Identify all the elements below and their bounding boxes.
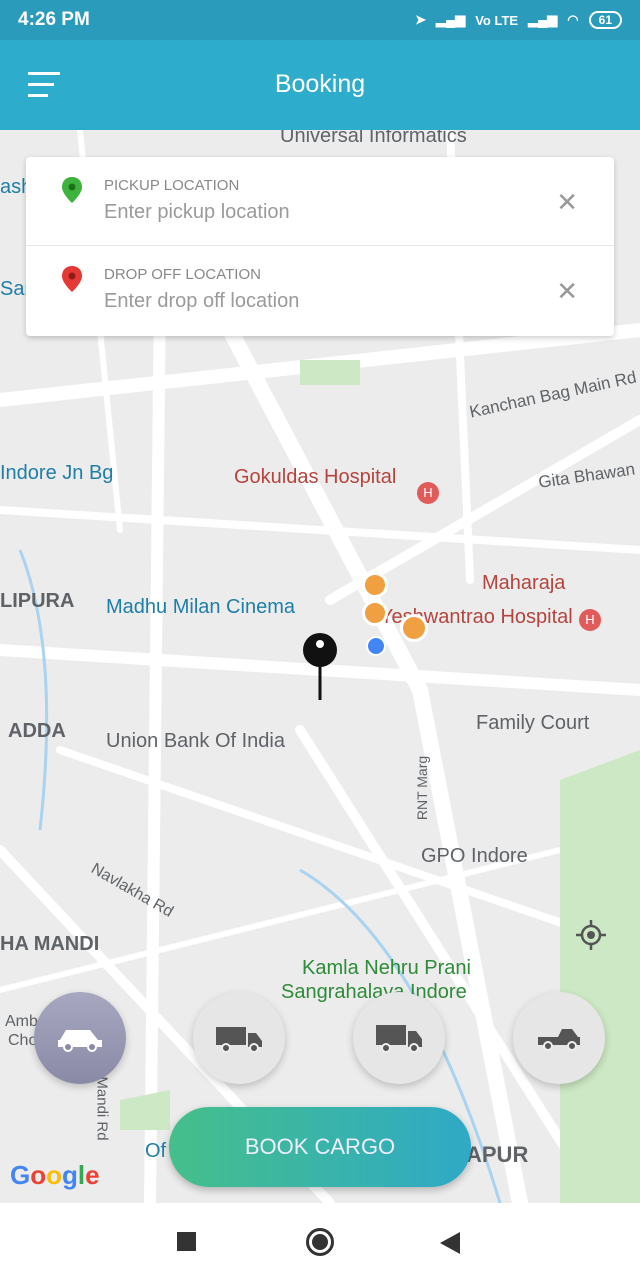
pickup-input[interactable] bbox=[104, 201, 524, 224]
system-nav-bar bbox=[0, 1203, 640, 1280]
map-pin-icon[interactable] bbox=[302, 632, 338, 702]
wifi-icon: ◠ bbox=[567, 12, 579, 27]
volte-label: Vo LTE bbox=[475, 12, 519, 28]
car-icon bbox=[58, 1030, 102, 1052]
map-label: HA MANDI bbox=[0, 933, 100, 955]
pickup-pin-icon bbox=[62, 177, 82, 203]
status-bar: 4:26 PM ➤ ▂▄▆ Vo LTE ▂▄▆ ◠ 61 bbox=[0, 0, 640, 40]
dropoff-caption: DROP OFF LOCATION bbox=[104, 266, 261, 283]
vehicle-open-truck-button[interactable] bbox=[193, 992, 285, 1084]
driver-marker-icon[interactable] bbox=[400, 614, 428, 642]
driver-marker-icon[interactable] bbox=[362, 572, 388, 598]
open-truck-icon bbox=[216, 1027, 262, 1053]
clear-dropoff-icon[interactable]: ✕ bbox=[556, 276, 578, 307]
book-cargo-button[interactable]: BOOK CARGO bbox=[169, 1107, 471, 1187]
closed-truck-icon bbox=[376, 1025, 422, 1053]
hospital-icon: H bbox=[417, 482, 439, 504]
recents-button[interactable] bbox=[177, 1232, 196, 1251]
back-button[interactable] bbox=[440, 1232, 460, 1254]
dropoff-pin-icon bbox=[62, 266, 82, 292]
pickup-row: PICKUP LOCATION ✕ bbox=[26, 157, 614, 246]
page-title: Booking bbox=[274, 70, 366, 98]
google-logo: Google bbox=[10, 1160, 100, 1190]
app-bar: Booking bbox=[0, 40, 640, 130]
map-label: Union Bank Of India bbox=[106, 730, 285, 752]
signal-icon: ▂▄▆ bbox=[528, 12, 558, 27]
hospital-icon: H bbox=[579, 609, 601, 631]
map-label: APUR bbox=[466, 1142, 529, 1167]
map-label: LIPURA bbox=[0, 590, 75, 612]
map-label: Mandi Rd bbox=[93, 1076, 111, 1141]
map-label: Indore Jn Bg bbox=[0, 462, 114, 484]
map-label: Universal Informatics bbox=[280, 130, 467, 147]
location-card: PICKUP LOCATION ✕ DROP OFF LOCATION ✕ bbox=[26, 157, 614, 336]
pickup-truck-icon bbox=[538, 1029, 580, 1051]
map-label: Of bbox=[145, 1140, 167, 1162]
signal-icon: ▂▄▆ bbox=[436, 12, 466, 27]
map-label: Kamla Nehru Prani bbox=[302, 957, 471, 979]
clear-pickup-icon[interactable]: ✕ bbox=[556, 187, 578, 218]
dropoff-row: DROP OFF LOCATION ✕ bbox=[26, 246, 614, 335]
map-label: Family Court bbox=[476, 712, 590, 734]
map-label: Cho bbox=[8, 1032, 38, 1049]
home-button[interactable] bbox=[306, 1228, 334, 1256]
my-location-icon[interactable] bbox=[574, 918, 608, 952]
map-label: Amb bbox=[5, 1013, 38, 1030]
battery-icon: 61 bbox=[588, 11, 622, 29]
vehicle-closed-truck-button[interactable] bbox=[353, 992, 445, 1084]
map-label: RNT Marg bbox=[414, 755, 431, 821]
current-location-dot bbox=[366, 636, 386, 656]
pickup-caption: PICKUP LOCATION bbox=[104, 177, 240, 194]
map-label: GPO Indore bbox=[421, 845, 528, 867]
status-time: 4:26 PM bbox=[18, 9, 90, 30]
map-label: Gokuldas Hospital bbox=[234, 466, 397, 488]
vehicle-pickup-truck-button[interactable] bbox=[513, 992, 605, 1084]
map-label: Maharaja bbox=[482, 572, 566, 594]
map-label: Madhu Milan Cinema bbox=[106, 596, 295, 618]
vehicle-car-button[interactable] bbox=[34, 992, 126, 1084]
location-icon: ➤ bbox=[415, 12, 426, 27]
dropoff-input[interactable] bbox=[104, 290, 524, 313]
map-label: ADDA bbox=[8, 720, 66, 742]
driver-marker-icon[interactable] bbox=[362, 600, 388, 626]
